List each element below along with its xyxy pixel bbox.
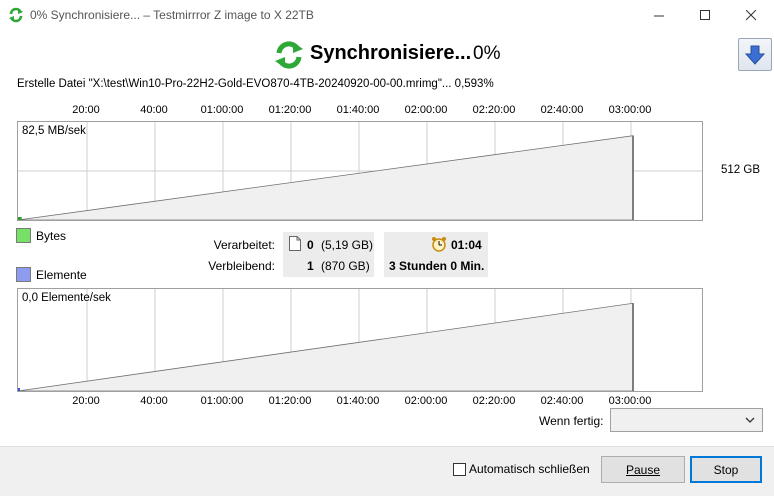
remaining-time: 3 Stunden 0 Min. (389, 259, 485, 273)
file-icon (289, 236, 301, 251)
pause-button-label: Pause (625, 462, 661, 477)
processed-count: 0 (307, 238, 314, 252)
current-file-text: Erstelle Datei "X:\test\Win10-Pro-22H2-G… (17, 78, 494, 90)
minimize-icon (653, 15, 664, 17)
remaining-label: Verbleibend: (208, 259, 275, 273)
arrow-down-icon (744, 45, 766, 65)
collapse-details-button[interactable] (738, 38, 772, 71)
bottom-axis-tick-label: 02:00:00 (404, 395, 448, 407)
when-done-label: Wenn fertig: (539, 414, 604, 428)
maximize-button[interactable] (682, 0, 728, 31)
top-axis-tick-label: 40:00 (140, 104, 168, 116)
when-done-select[interactable] (610, 408, 763, 432)
items-legend-label: Elemente (36, 268, 87, 282)
items-chart: 0,0 Elemente/sek (17, 288, 703, 392)
sync-app-icon (9, 7, 23, 23)
close-icon (745, 10, 756, 21)
elapsed-time: 01:04 (451, 238, 482, 252)
bottom-axis-tick-label: 01:40:00 (336, 395, 380, 407)
title-bar: 0% Synchronisiere... – Testmirrror Z ima… (0, 0, 774, 31)
window-title: 0% Synchronisiere... – Testmirrror Z ima… (30, 8, 314, 22)
bytes-chart: 82,5 MB/sek (17, 121, 703, 221)
top-axis-tick-label: 02:00:00 (404, 104, 448, 116)
close-button[interactable] (728, 0, 774, 31)
maximize-icon (699, 10, 710, 20)
items-chart-projection-area (18, 302, 634, 391)
bytes-chart-progress-bar (18, 217, 22, 220)
bytes-chart-projection-area (18, 135, 634, 220)
sync-arrows-icon (275, 41, 303, 69)
items-legend-swatch (16, 267, 31, 282)
top-axis-tick-label: 03:00:00 (608, 104, 652, 116)
pause-button[interactable]: Pause (601, 456, 685, 483)
bottom-axis-tick-label: 01:20:00 (268, 395, 312, 407)
bottom-axis-tick-label: 20:00 (72, 395, 100, 407)
status-percent: 0% (473, 43, 501, 64)
chevron-down-icon (745, 417, 755, 423)
stop-button[interactable]: Stop (690, 456, 762, 483)
items-speed: 0,0 Elemente/sek (22, 292, 111, 304)
bytes-chart-plot (18, 122, 702, 220)
bottom-axis-tick-label: 02:20:00 (472, 395, 516, 407)
processed-size: (5,19 GB) (321, 238, 374, 252)
top-axis-tick-label: 01:00:00 (200, 104, 244, 116)
bytes-total: 512 GB (721, 164, 760, 176)
auto-close-checkbox[interactable] (453, 463, 466, 476)
bytes-legend-label: Bytes (36, 229, 67, 243)
bottom-axis-tick-label: 03:00:00 (608, 395, 652, 407)
minimize-button[interactable] (636, 0, 682, 31)
counts-panel: 0 (5,19 GB) 1 (870 GB) (283, 232, 374, 277)
top-axis-tick-label: 01:40:00 (336, 104, 380, 116)
auto-close-label[interactable]: Automatisch schließen (469, 462, 590, 476)
remaining-count: 1 (307, 259, 314, 273)
top-axis-tick-label: 02:40:00 (540, 104, 584, 116)
bottom-axis-tick-label: 01:00:00 (200, 395, 244, 407)
bytes-legend-swatch (16, 228, 31, 243)
bottom-axis-tick-label: 02:40:00 (540, 395, 584, 407)
top-axis-tick-label: 01:20:00 (268, 104, 312, 116)
bottom-axis-tick-label: 40:00 (140, 395, 168, 407)
remaining-size: (870 GB) (321, 259, 370, 273)
bytes-speed: 82,5 MB/sek (22, 125, 86, 137)
alarm-clock-icon (432, 237, 446, 252)
status-title: Synchronisiere... (310, 42, 472, 64)
items-chart-plot (18, 289, 634, 391)
processed-label: Verarbeitet: (213, 238, 275, 252)
stop-button-label: Stop (713, 462, 739, 477)
items-chart-progress-bar (18, 388, 20, 391)
time-panel: 01:04 3 Stunden 0 Min. (384, 232, 488, 277)
top-axis-tick-label: 02:20:00 (472, 104, 516, 116)
top-axis-tick-label: 20:00 (72, 104, 100, 116)
